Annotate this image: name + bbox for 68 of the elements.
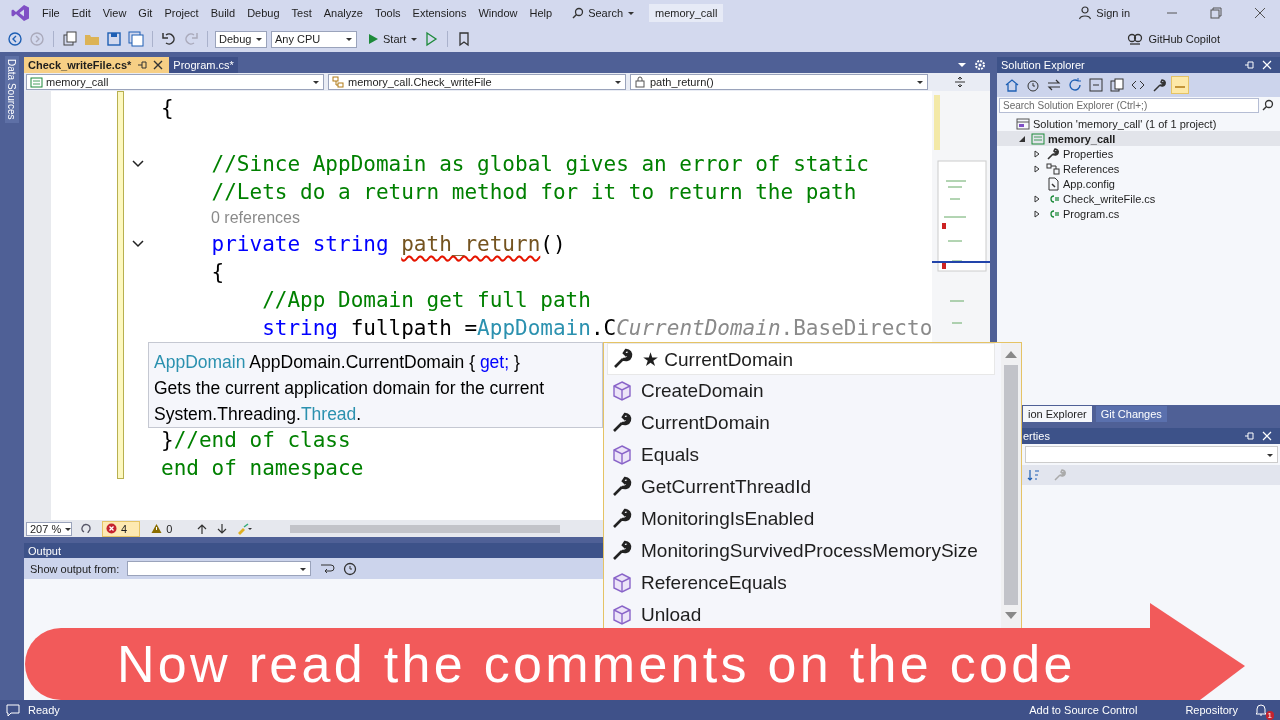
copilot-button[interactable]: GitHub Copilot	[1127, 32, 1220, 46]
menu-item[interactable]: Git	[132, 5, 159, 21]
menu-item[interactable]: Project	[158, 5, 205, 21]
code-line: //Since AppDomain as global gives an error of static	[210, 151, 869, 177]
tree-item[interactable]: Solution 'memory_call' (1 of 1 project)	[997, 116, 1280, 131]
tooltip-text: AppDomain AppDomain.CurrentDomain { get; }	[154, 351, 521, 374]
code-line: string fullpath =AppDomain.CCurrentDomain.BaseDirecto	[261, 315, 932, 341]
completion-item[interactable]: CreateDomain	[607, 375, 995, 407]
search-field[interactable]: Search Solution Explorer (Ctrl+;)	[999, 97, 1259, 113]
code-line: //App Domain get full path	[261, 287, 591, 313]
code-line: private string path_return()	[210, 231, 566, 257]
configuration-dropdown[interactable]: Debug	[215, 30, 267, 48]
document-tab[interactable]: Program.cs*	[169, 57, 238, 73]
completion-item[interactable]: Unload	[607, 599, 995, 631]
menu-item[interactable]: Analyze	[317, 5, 369, 21]
source-control-button[interactable]: Add to Source Control	[1029, 704, 1138, 716]
tooltip-text: System.Threading.Thread.	[154, 403, 363, 426]
sign-in-button[interactable]: Sign in	[1078, 6, 1130, 20]
tree-item[interactable]: memory_call	[997, 131, 1280, 146]
errors-indicator[interactable]: 4	[102, 520, 141, 537]
completion-item[interactable]: CurrentDomain	[607, 407, 995, 439]
search-button[interactable]: Search	[568, 5, 639, 21]
tree-item[interactable]: Check_writeFile.cs	[997, 191, 1280, 206]
navigation-dropdown[interactable]: path_return()	[630, 74, 928, 90]
code-line: {	[161, 95, 174, 121]
notification-badge: 1	[1265, 711, 1274, 720]
field-label: Show output from:	[30, 562, 120, 575]
completion-item[interactable]: GetCurrentThreadId	[607, 471, 995, 503]
warnings-indicator[interactable]: 0	[148, 522, 189, 535]
tree-item[interactable]: Properties	[997, 146, 1280, 161]
references-codelens[interactable]: 0 references	[211, 209, 300, 227]
tree-item[interactable]: References	[997, 161, 1280, 176]
menu-item[interactable]: Tools	[368, 5, 407, 21]
code-line: end of namespace	[161, 455, 364, 481]
completion-item[interactable]: ★ CurrentDomain	[607, 343, 995, 375]
platform-dropdown[interactable]: Any CPU	[271, 30, 357, 48]
tooltip-text: Gets the current application domain for the current	[154, 377, 546, 400]
menu-item[interactable]: Test	[285, 5, 318, 21]
panel-title: Solution Explorer	[1001, 59, 1085, 71]
navigation-dropdown[interactable]: memory_call.Check_writeFile	[328, 74, 626, 90]
completion-item[interactable]: MonitoringIsEnabled	[607, 503, 995, 535]
panel-tab[interactable]: ion Explorer	[1023, 406, 1092, 422]
status-text: Ready	[28, 704, 60, 716]
side-tab[interactable]: Data Sources	[5, 56, 19, 123]
code-line: //Lets do a return method for it to return the path	[210, 179, 857, 205]
menu-item[interactable]: View	[96, 5, 133, 21]
banner-text: Now read the comments on the code	[117, 634, 1076, 694]
solution-name: memory_call	[649, 4, 724, 22]
code-line: }//end of class	[161, 427, 351, 453]
completion-item[interactable]: ReferenceEquals	[607, 567, 995, 599]
start-button[interactable]: Start	[367, 33, 419, 45]
code-line: {	[210, 259, 225, 285]
menu-item[interactable]: File	[36, 5, 66, 21]
navigation-dropdown[interactable]: memory_call	[26, 74, 324, 90]
menu-item[interactable]: Edit	[65, 5, 97, 21]
document-tab[interactable]: Check_writeFile.cs*	[24, 57, 170, 73]
menu-item[interactable]: Debug	[241, 5, 286, 21]
repository-button[interactable]: Repository	[1185, 704, 1238, 716]
tree-item[interactable]: App.config	[997, 176, 1280, 191]
menu-item[interactable]: Window	[472, 5, 524, 21]
completion-item[interactable]: Equals	[607, 439, 995, 471]
panel-tab[interactable]: Git Changes	[1095, 406, 1167, 422]
tree-item[interactable]: Program.cs	[997, 206, 1280, 221]
menu-item[interactable]: Extensions	[406, 5, 473, 21]
zoom-dropdown[interactable]: 207 %	[26, 521, 72, 536]
menu-item[interactable]: Help	[523, 5, 559, 21]
menu-item[interactable]: Build	[204, 5, 242, 21]
panel-title: erties	[1023, 430, 1050, 442]
